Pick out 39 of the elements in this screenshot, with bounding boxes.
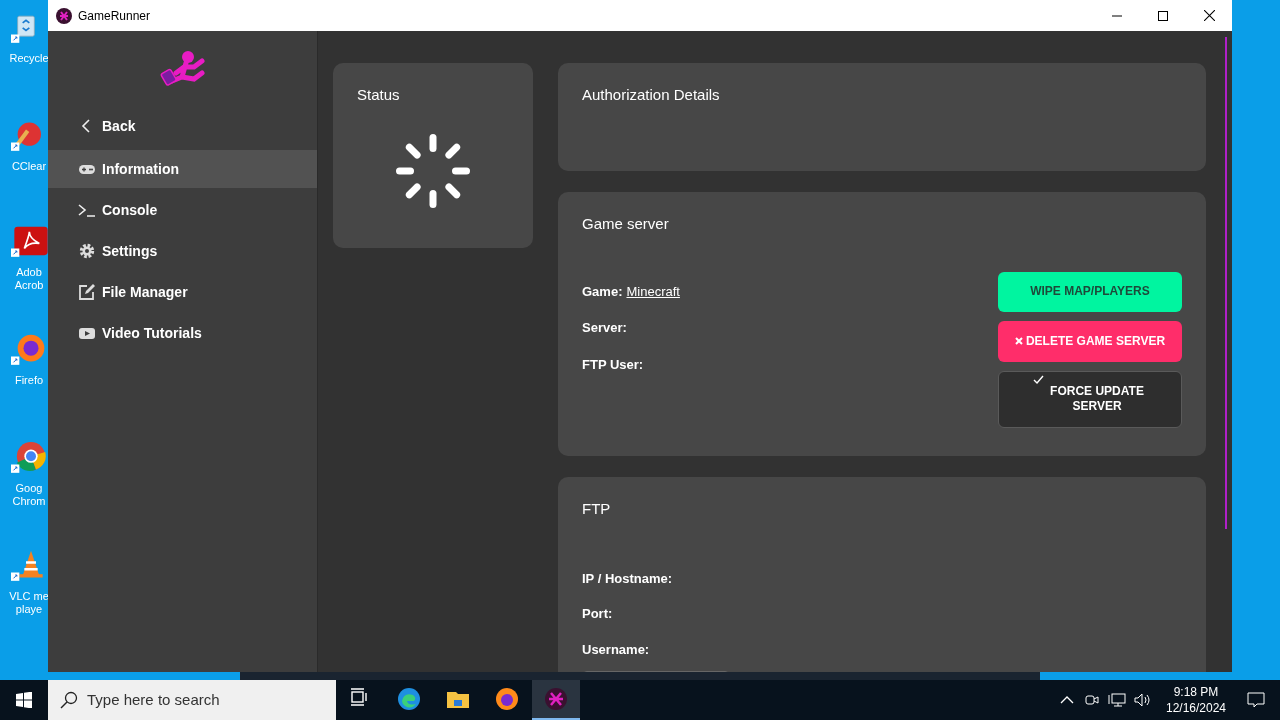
windows-logo-icon (16, 692, 32, 708)
field-label: Username: (582, 640, 650, 659)
field-label: IP / Hostname: (582, 569, 673, 588)
scrollbar-thumb[interactable] (1225, 37, 1227, 529)
app-logo-icon (56, 7, 72, 24)
field-label: Port: (582, 605, 613, 623)
clock-time[interactable]: 9:18 PM (1173, 684, 1219, 700)
wipe-button[interactable]: WIPE MAP/PLAYERS (998, 271, 1182, 312)
gear-icon (78, 242, 96, 260)
chevron-up-icon[interactable] (1060, 695, 1074, 705)
card-title: Authorization Details (582, 85, 721, 105)
camera-icon[interactable] (1084, 692, 1100, 708)
edge-icon (397, 687, 421, 711)
volume-icon[interactable] (1134, 692, 1152, 708)
close-icon (1014, 337, 1023, 345)
network-icon[interactable] (1108, 692, 1126, 708)
check-icon (1033, 374, 1044, 384)
window-title: GameRunner (78, 7, 151, 25)
game-link[interactable]: Minecraft (626, 281, 680, 301)
update-button[interactable]: FORCE UPDATE SERVER (998, 370, 1182, 428)
search-field[interactable]: Type here to search (48, 680, 336, 720)
card-title: Status (357, 85, 401, 105)
sidebar-item[interactable]: Information (48, 150, 317, 188)
card-title: Game server (582, 214, 670, 234)
firefox-icon (495, 687, 519, 711)
field-label: Server: (582, 319, 627, 337)
notification-icon[interactable] (1247, 691, 1265, 709)
delete-button[interactable]: DELETE GAME SERVER (998, 320, 1182, 362)
clock-date[interactable]: 12/16/2024 (1165, 700, 1227, 716)
terminal-icon (78, 201, 96, 219)
search-placeholder: Type here to search (87, 689, 220, 710)
field-label: FTP User: (582, 355, 644, 374)
edit-icon (78, 283, 96, 301)
field-label: Game: (582, 282, 623, 301)
search-icon (60, 691, 78, 709)
loading-spinner-icon (394, 132, 472, 209)
card-title: FTP (582, 499, 612, 519)
taskbar-app[interactable] (532, 680, 580, 720)
gamerunner-icon (544, 687, 568, 711)
